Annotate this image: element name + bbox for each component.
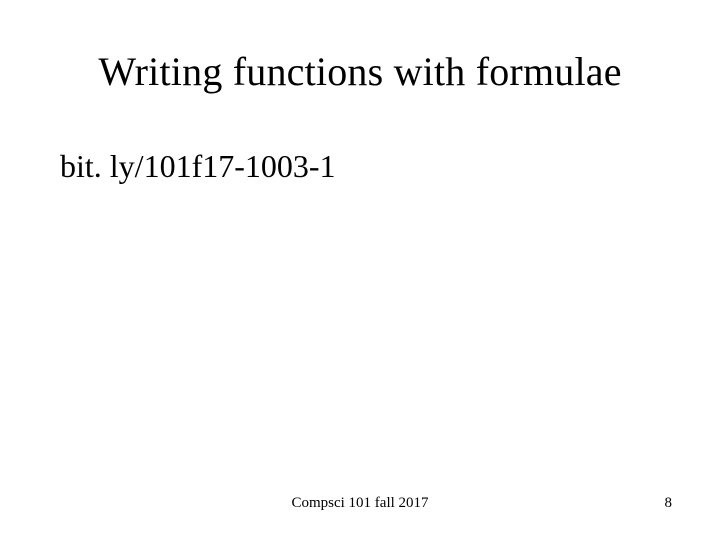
page-number: 8 — [665, 495, 673, 512]
slide-body-link: bit. ly/101f17-1003-1 — [60, 148, 336, 185]
slide: Writing functions with formulae bit. ly/… — [0, 0, 720, 540]
slide-title: Writing functions with formulae — [0, 48, 720, 95]
footer-course-label: Compsci 101 fall 2017 — [0, 495, 720, 512]
